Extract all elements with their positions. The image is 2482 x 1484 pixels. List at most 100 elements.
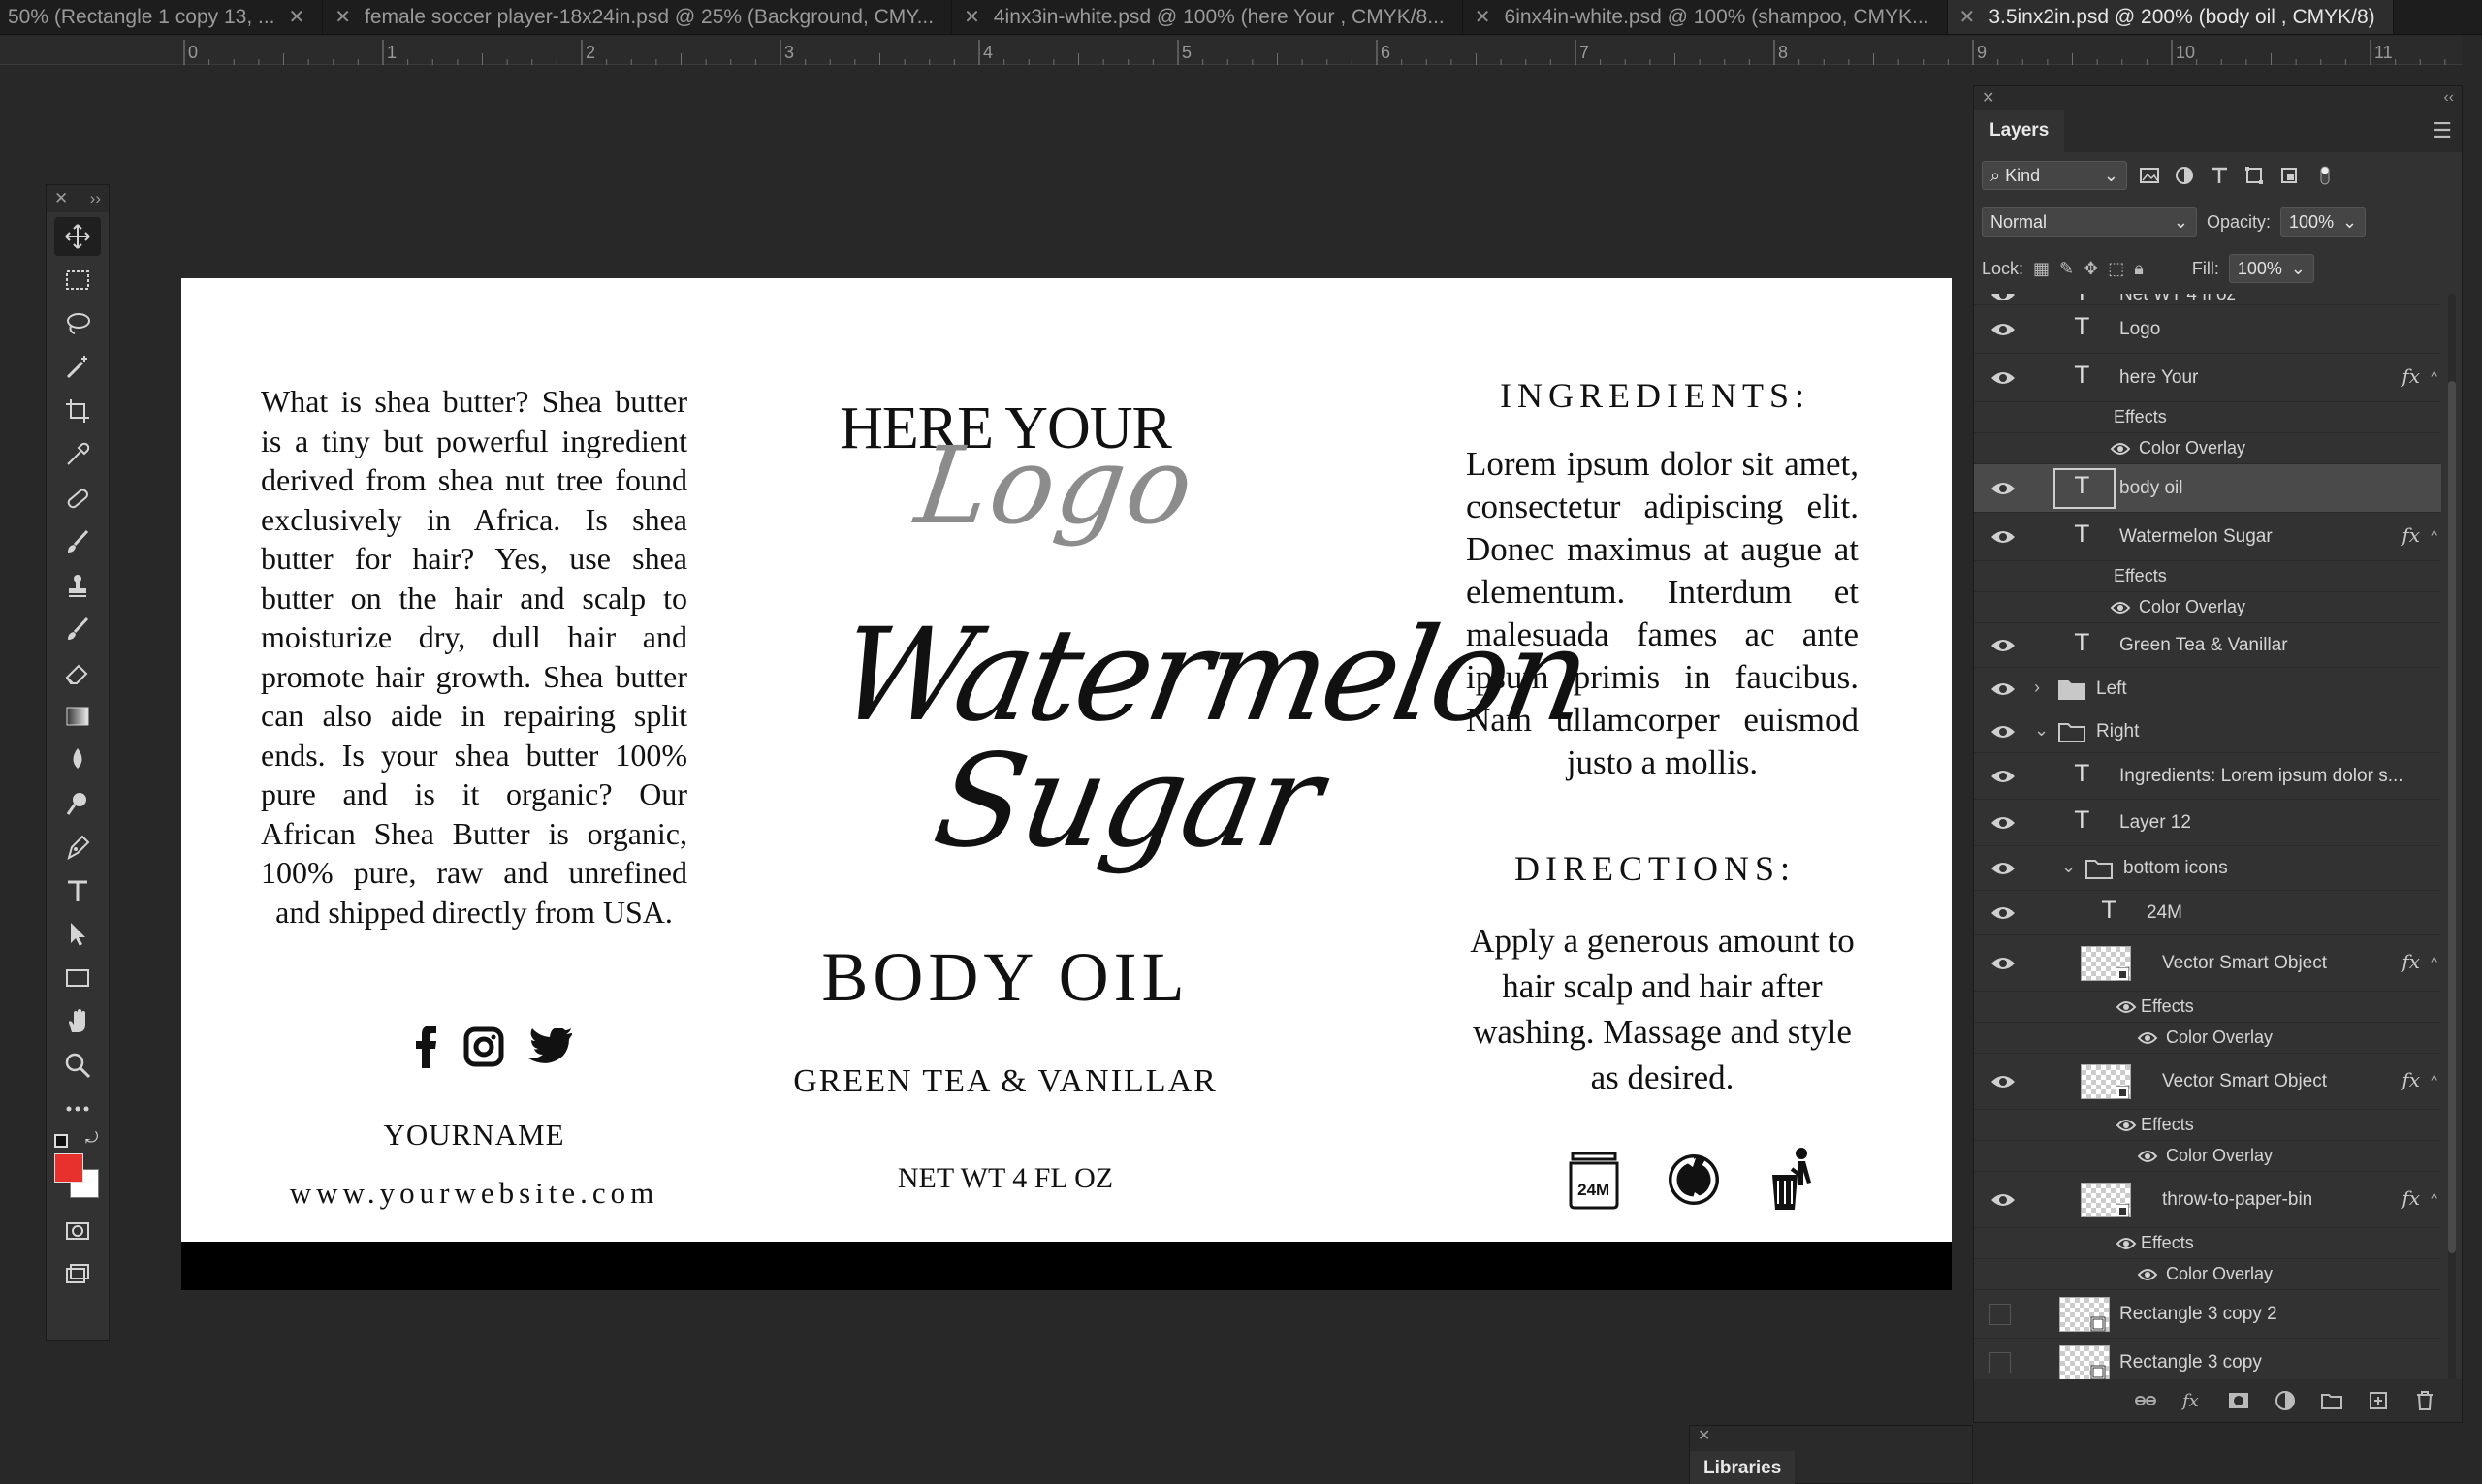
move-tool[interactable] (54, 217, 101, 256)
document-tab[interactable]: ✕ 4inx3in-white.psd @ 100% (here Your , … (952, 0, 1463, 34)
layer-row[interactable]: T Watermelon Sugar fx ^ (1974, 513, 2441, 561)
rectangle-tool[interactable] (54, 959, 101, 997)
history-brush-tool[interactable] (54, 610, 101, 648)
layer-row[interactable]: Tbody oil (1974, 464, 2441, 513)
layer-fx-badge[interactable]: fx (2402, 523, 2420, 547)
eyedropper-tool[interactable] (54, 435, 101, 474)
close-icon[interactable]: ✕ (1982, 88, 1994, 108)
quick-mask-button[interactable] (54, 1212, 101, 1250)
clone-stamp-tool[interactable] (54, 566, 101, 605)
new-layer-icon[interactable] (2367, 1389, 2390, 1412)
layer-row[interactable]: ⌄ bottom icons (1974, 846, 2441, 891)
effect-visibility-icon[interactable] (2116, 1118, 2137, 1133)
visibility-eye-icon[interactable] (1989, 679, 2017, 699)
layer-row[interactable]: Color Overlay (1974, 1023, 2441, 1054)
healing-brush-tool[interactable] (54, 479, 101, 518)
visibility-eye-icon[interactable] (1989, 527, 2017, 547)
scrollbar-thumb[interactable] (2448, 381, 2456, 1253)
collapse-icon[interactable]: ‹‹ (2443, 89, 2454, 107)
type-filter-icon[interactable] (2207, 163, 2232, 188)
filter-kind-dropdown[interactable]: ⌕ Kind ⌄ (1982, 161, 2127, 190)
filter-toggle-icon[interactable] (2311, 163, 2337, 188)
layer-row[interactable]: T Ingredients: Lorem ipsum dolor s... (1974, 753, 2441, 800)
tab-libraries[interactable]: Libraries (1690, 1451, 1796, 1484)
visibility-eye-icon[interactable] (1989, 320, 2017, 339)
chevron-right-icon[interactable]: › (2034, 678, 2040, 698)
layer-row[interactable]: ⌄ Right (1974, 710, 2441, 753)
visibility-eye-icon[interactable] (1989, 903, 2017, 923)
marquee-tool[interactable] (54, 261, 101, 300)
layer-row[interactable]: Color Overlay (1974, 592, 2441, 623)
layers-scrollbar[interactable] (2448, 294, 2456, 1408)
link-layers-icon[interactable] (2134, 1389, 2157, 1412)
blur-tool[interactable] (54, 741, 101, 779)
dodge-tool[interactable] (54, 784, 101, 823)
swap-colors-icon[interactable]: ⤾ (85, 1130, 98, 1148)
chevron-up-icon[interactable]: ^ (2431, 368, 2437, 384)
visibility-eye-icon[interactable] (1989, 636, 2017, 655)
layer-row[interactable]: throw-to-paper-bin fx ^ (1974, 1172, 2441, 1228)
visibility-toggle[interactable] (1989, 1352, 2011, 1373)
crop-tool[interactable] (54, 392, 101, 430)
effect-visibility-icon[interactable] (2137, 1267, 2158, 1282)
default-colors-icon[interactable] (54, 1134, 68, 1148)
visibility-eye-icon[interactable] (1989, 767, 2017, 786)
add-mask-icon[interactable] (2227, 1389, 2250, 1412)
layer-fx-badge[interactable]: fx (2402, 364, 2420, 388)
visibility-eye-icon[interactable] (1989, 1190, 2017, 1210)
document-tab[interactable]: 50% (Rectangle 1 copy 13, ... ✕ (0, 0, 324, 34)
close-icon[interactable]: ✕ (289, 5, 305, 29)
lock-pixels-icon[interactable]: ✎ (2059, 259, 2074, 279)
blend-mode-dropdown[interactable]: Normal ⌄ (1982, 207, 2197, 237)
layer-row[interactable]: Color Overlay (1974, 1141, 2441, 1172)
type-tool[interactable] (54, 871, 101, 910)
layer-row[interactable]: Effects (1974, 402, 2441, 433)
layer-row[interactable]: › Left (1974, 668, 2441, 710)
chevron-up-icon[interactable]: ^ (2431, 954, 2437, 969)
visibility-eye-icon[interactable] (1989, 479, 2017, 498)
fx-icon[interactable]: fx (2180, 1389, 2204, 1412)
close-icon[interactable]: ✕ (54, 189, 68, 208)
visibility-eye-icon[interactable] (1989, 722, 2017, 742)
layer-row[interactable]: Rectangle 3 copy 2 (1974, 1290, 2441, 1339)
more-tools[interactable] (54, 1089, 101, 1128)
chevron-up-icon[interactable]: ^ (2431, 527, 2437, 543)
panel-menu-icon[interactable]: ☰ (2433, 118, 2452, 143)
hand-tool[interactable] (54, 1002, 101, 1041)
visibility-eye-icon[interactable] (1989, 813, 2017, 833)
layer-list[interactable]: T Net WT 4 fl oz T Logo There Your fx ^ Effects… (1974, 294, 2447, 1408)
chevron-down-icon[interactable]: ⌄ (2291, 259, 2306, 279)
layer-fx-badge[interactable]: fx (2402, 1068, 2420, 1091)
eraser-tool[interactable] (54, 653, 101, 692)
layer-row[interactable]: T Net WT 4 fl oz (1974, 294, 2441, 305)
lock-all-icon[interactable]: 🔒︎ (2134, 259, 2144, 279)
chevron-down-icon[interactable]: ⌄ (2061, 857, 2076, 877)
screen-mode-button[interactable] (54, 1255, 101, 1294)
lock-artboard-icon[interactable]: ⬚ (2108, 259, 2124, 279)
layer-row[interactable]: Effects (1974, 561, 2441, 592)
close-icon[interactable]: ✕ (964, 5, 980, 29)
adjustment-filter-icon[interactable] (2172, 163, 2197, 188)
visibility-eye-icon[interactable] (1989, 1072, 2017, 1091)
lock-transparent-icon[interactable]: ▦ (2033, 259, 2050, 279)
zoom-tool[interactable] (54, 1046, 101, 1085)
document-tab[interactable]: female soccer player-18x24in.psd @ 25% (… (323, 0, 953, 34)
brush-tool[interactable] (54, 522, 101, 561)
layer-row[interactable]: T Logo (1974, 305, 2441, 354)
effect-visibility-icon[interactable] (2110, 600, 2131, 616)
close-icon[interactable]: ✕ (334, 5, 351, 29)
layer-row[interactable]: Color Overlay (1974, 433, 2441, 464)
layer-row[interactable]: T Layer 12 (1974, 800, 2441, 846)
adjustment-layer-icon[interactable] (2274, 1389, 2297, 1412)
layer-row[interactable]: Effects (1974, 1110, 2441, 1141)
visibility-eye-icon[interactable] (1989, 368, 2017, 388)
layer-row[interactable]: Effects (1974, 1228, 2441, 1259)
effect-visibility-icon[interactable] (2116, 999, 2137, 1015)
layer-row[interactable]: T 24M (1974, 891, 2441, 935)
document-tab-active[interactable]: ✕ 3.5inx2in.psd @ 200% (body oil , CMYK/… (1947, 0, 2394, 34)
chevron-down-icon[interactable]: ⌄ (2034, 720, 2049, 741)
new-group-icon[interactable] (2320, 1389, 2343, 1412)
chevron-up-icon[interactable]: ^ (2431, 1072, 2437, 1088)
horizontal-ruler[interactable]: 0 1 2 3 4 5 6 7 8 9 10 11 (0, 36, 2463, 65)
opacity-field[interactable]: 100% ⌄ (2280, 207, 2367, 237)
